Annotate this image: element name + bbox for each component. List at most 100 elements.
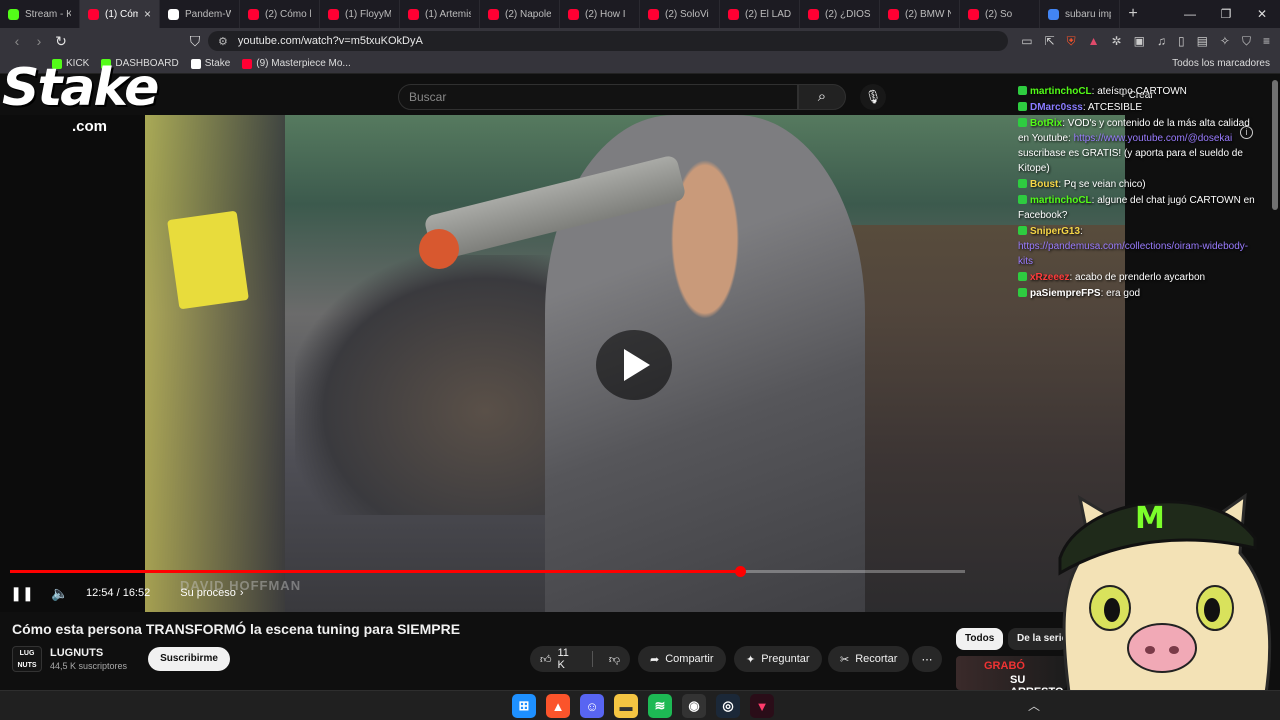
thumbs-up-icon: 👍︎ — [540, 653, 552, 666]
cat-nose — [1127, 623, 1197, 673]
bookmark-label: (9) Masterpiece Mo... — [256, 58, 351, 69]
browser-tab[interactable]: Pandem-W — [160, 0, 240, 28]
browser-tab[interactable]: (2) ¿DIOS — [800, 0, 880, 28]
progress-handle[interactable] — [735, 566, 746, 577]
reload-icon[interactable]: ↻ — [50, 33, 72, 50]
minimize-button[interactable]: — — [1172, 0, 1208, 28]
tab-favicon-icon — [88, 8, 99, 20]
site-info-icon[interactable]: ⚙ — [218, 35, 228, 48]
tab-close-icon[interactable]: × — [144, 7, 151, 21]
search-input[interactable]: Buscar — [398, 84, 798, 110]
like-button[interactable]: 👍︎ 11 K — [530, 646, 586, 672]
tab-favicon-icon — [568, 8, 579, 20]
chat-username: paSiempreFPS — [1030, 288, 1101, 299]
browser-tab[interactable]: Stream - K — [0, 0, 80, 28]
play-icon[interactable] — [596, 330, 672, 400]
bookmark-item[interactable]: (9) Masterpiece Mo... — [242, 58, 351, 69]
taskbar-icons: ⊞ ▲ ☺ ▬ ≋ ◉ ◎ ▼ — [512, 694, 774, 718]
windows-start-icon[interactable]: ⊞ — [512, 694, 536, 718]
more-actions-icon[interactable]: ⋯ — [912, 646, 942, 672]
clip-label: Recortar — [855, 653, 898, 665]
leo-icon[interactable]: ✧ — [1220, 34, 1230, 48]
browser-tab[interactable]: (2) Cómo lo — [240, 0, 320, 28]
tray-chevron-up-icon[interactable]: ︿ — [1028, 697, 1040, 714]
window-controls: — ❐ ✕ — [1172, 0, 1280, 28]
menu-icon[interactable]: ≡ — [1263, 34, 1270, 48]
browser-tab[interactable]: subaru imp — [1040, 0, 1120, 28]
mic-icon[interactable]: 🎙 — [860, 84, 886, 110]
url-field[interactable]: ⚙ youtube.com/watch?v=m5txuKOkDyA — [208, 31, 1008, 51]
browser-tab[interactable]: (2) BMW N — [880, 0, 960, 28]
channel-avatar[interactable]: LUG NUTS — [12, 646, 42, 672]
bookmark-icon[interactable]: ⛉ — [184, 33, 206, 50]
browser-tab[interactable]: (2) Napole — [480, 0, 560, 28]
maximize-button[interactable]: ❐ — [1208, 0, 1244, 28]
tab-label: (1) Cómo — [105, 8, 138, 20]
stream-chat: martinchoCL: ateísmo CARTOWN DMarc0sss: … — [1018, 84, 1258, 344]
pause-icon[interactable]: ❚❚ — [10, 585, 34, 602]
share-page-icon[interactable]: ⇱ — [1045, 34, 1055, 48]
progress-bar[interactable] — [10, 566, 965, 577]
browser-tab[interactable]: (2) SoloVi — [640, 0, 720, 28]
chat-text: : acabo de prenderlo aycarbon — [1069, 272, 1206, 283]
volume-icon[interactable]: 🔈 — [48, 585, 72, 602]
brave-shields-icon[interactable]: ⛨ — [1067, 34, 1076, 49]
chat-text: : Pq se veian chico) — [1058, 179, 1146, 190]
search-icon[interactable]: ⌕ — [798, 84, 846, 110]
back-icon[interactable]: ‹ — [6, 33, 28, 49]
brave-rewards-icon[interactable]: ▲ — [1088, 34, 1100, 48]
all-bookmarks-link[interactable]: Todos los marcadores — [1172, 58, 1270, 69]
chat-text: : — [1080, 226, 1083, 237]
new-tab-button[interactable]: + — [1120, 5, 1146, 23]
browser-tab[interactable]: (1) FloyyM — [320, 0, 400, 28]
wallet-icon[interactable]: ▤ — [1197, 34, 1208, 48]
browser-tab-strip: Stream - K (1) Cómo × Pandem-W (2) Cómo lo (1… — [0, 0, 1280, 28]
bookmark-item[interactable]: Stake — [190, 58, 231, 69]
dislike-button[interactable]: 👎︎ — [599, 646, 630, 672]
sidebar-icon[interactable]: ▯ — [1178, 34, 1185, 48]
browser-tab[interactable]: (2) So — [960, 0, 1040, 28]
video-duty-free-sign — [167, 210, 249, 310]
sparkle-icon: ✦ — [746, 653, 756, 666]
stake-logo: Stake .com — [2, 58, 182, 138]
vpn-icon[interactable]: ⛉ — [1242, 34, 1251, 49]
clip-button[interactable]: ✂ Recortar — [828, 646, 910, 672]
browser-tab[interactable]: (2) El LADO — [720, 0, 800, 28]
video-player[interactable]: DAVID HOFFMAN — [0, 115, 1125, 612]
tab-label: (2) Cómo lo — [265, 8, 311, 20]
spotify-icon[interactable]: ≋ — [648, 694, 672, 718]
chat-message: SniperG13: https://pandemusa.com/collect… — [1018, 224, 1258, 269]
like-count: 11 K — [557, 647, 569, 671]
subscribe-button[interactable]: Suscribirme — [148, 647, 230, 671]
cast-icon[interactable]: ▭ — [1021, 34, 1032, 48]
browser-tab[interactable]: (1) Artemis — [400, 0, 480, 28]
tab-favicon-icon — [1048, 8, 1059, 20]
extensions-icon[interactable]: ✲ — [1112, 34, 1122, 48]
browser-tab[interactable]: (2) How I — [560, 0, 640, 28]
obs-icon[interactable]: ◉ — [682, 694, 706, 718]
ask-button[interactable]: ✦ Preguntar — [734, 646, 822, 672]
browser-tab[interactable]: (1) Cómo × — [80, 0, 160, 28]
page-scrollbar[interactable] — [1272, 80, 1278, 210]
media-icon[interactable]: ♫ — [1157, 34, 1166, 48]
discord-icon[interactable]: ☺ — [580, 694, 604, 718]
chip-all[interactable]: Todos — [956, 628, 1004, 650]
bookmark-label: Stake — [204, 58, 231, 69]
info-icon[interactable]: i — [1240, 126, 1253, 139]
video-pillarbox — [0, 115, 145, 612]
chat-message: xRzeeez: acabo de prenderlo aycarbon — [1018, 270, 1258, 285]
chapter-button[interactable]: Su proceso › — [180, 587, 243, 599]
cat-nostril-right — [1169, 646, 1179, 654]
share-button[interactable]: ➦ Compartir — [638, 646, 726, 672]
forward-icon[interactable]: › — [28, 33, 50, 49]
close-window-button[interactable]: ✕ — [1244, 0, 1280, 28]
channel-name[interactable]: LUGNUTS — [50, 647, 127, 659]
screenshot-icon[interactable]: ▣ — [1134, 34, 1145, 48]
brave-icon[interactable]: ▲ — [546, 694, 570, 718]
tab-label: (2) El LADO — [745, 8, 791, 20]
app-icon[interactable]: ▼ — [750, 694, 774, 718]
file-explorer-icon[interactable]: ▬ — [614, 694, 638, 718]
tab-label: subaru imp — [1065, 8, 1111, 20]
bookmark-favicon-icon — [190, 58, 201, 69]
steam-icon[interactable]: ◎ — [716, 694, 740, 718]
